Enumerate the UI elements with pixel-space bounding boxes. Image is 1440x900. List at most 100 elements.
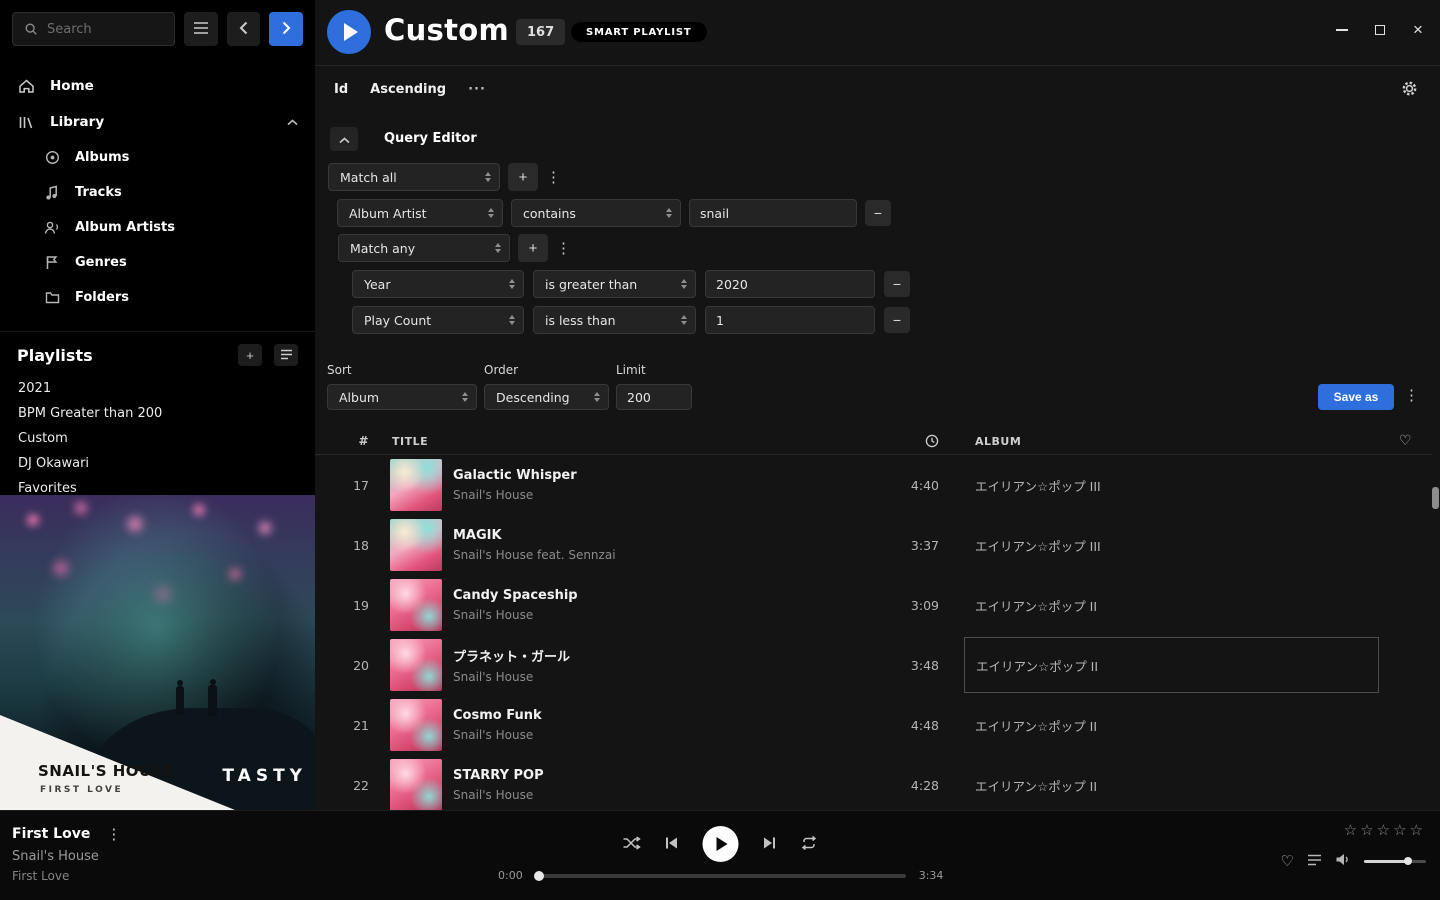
playlist-item[interactable]: Custom — [0, 426, 315, 451]
chevron-up-icon[interactable] — [287, 119, 298, 126]
track-title[interactable]: Cosmo Funk — [453, 708, 898, 723]
star-icon[interactable]: ☆ — [1344, 821, 1360, 839]
favorite-column-heart-icon[interactable]: ♡ — [1395, 433, 1412, 449]
duration-column-clock-icon[interactable] — [925, 434, 943, 448]
column-header-index[interactable]: # — [315, 434, 375, 448]
track-artist[interactable]: Snail's House — [453, 608, 898, 622]
volume-handle[interactable] — [1404, 857, 1412, 865]
sidebar-item-home[interactable]: Home — [0, 68, 315, 104]
now-playing-title[interactable]: First Love — [12, 826, 90, 842]
group-options-button[interactable]: ⋮ — [546, 170, 561, 185]
search-input[interactable] — [47, 22, 159, 37]
track-album[interactable]: エイリアン☆ポップ II — [975, 695, 1395, 755]
album-art-thumbnail[interactable] — [390, 579, 442, 631]
album-art-thumbnail[interactable] — [390, 519, 442, 571]
seek-handle[interactable] — [534, 871, 544, 881]
album-art-thumbnail[interactable] — [390, 699, 442, 751]
add-rule-button[interactable]: + — [508, 163, 538, 191]
track-artist[interactable]: Snail's House — [453, 728, 898, 742]
table-row[interactable]: 18 MAGIK Snail's House feat. Sennzai 3:3… — [315, 515, 1432, 575]
column-header-album[interactable]: ALBUM — [975, 435, 1395, 448]
playlist-play-button[interactable] — [327, 10, 371, 54]
match-any-select[interactable]: Match any — [338, 234, 510, 262]
rule-operator-select[interactable]: is less than — [533, 306, 696, 334]
track-title[interactable]: Candy Spaceship — [453, 588, 898, 603]
track-title[interactable]: MAGIK — [453, 528, 898, 543]
table-row[interactable]: 21 Cosmo Funk Snail's House 4:48 エイリアン☆ポ… — [315, 695, 1432, 755]
column-header-title[interactable]: TITLE — [375, 435, 898, 448]
sidebar-item-library[interactable]: Library — [0, 104, 315, 140]
volume-button[interactable] — [1335, 853, 1351, 869]
previous-button[interactable] — [665, 836, 679, 853]
track-album[interactable]: エイリアン☆ポップ III — [975, 455, 1395, 515]
track-album[interactable]: エイリアン☆ポップ II — [975, 755, 1395, 810]
track-artist[interactable]: Snail's House feat. Sennzai — [453, 548, 898, 562]
queue-button[interactable] — [1307, 854, 1322, 869]
playlist-list-button[interactable] — [274, 344, 298, 366]
remove-rule-button[interactable]: − — [884, 307, 910, 333]
star-icon[interactable]: ☆ — [1393, 821, 1409, 839]
rule-value-input[interactable] — [705, 270, 875, 298]
sidebar-item-albums[interactable]: Albums — [0, 140, 315, 175]
remove-rule-button[interactable]: − — [865, 200, 891, 226]
track-artist[interactable]: Snail's House — [453, 488, 898, 502]
sort-select[interactable]: Album — [327, 384, 477, 410]
query-editor-collapse-button[interactable] — [330, 127, 358, 151]
rule-operator-select[interactable]: is greater than — [533, 270, 696, 298]
maximize-button[interactable] — [1366, 16, 1394, 44]
repeat-button[interactable] — [801, 836, 818, 853]
seek-bar[interactable] — [536, 874, 906, 878]
more-options-button[interactable]: ··· — [468, 82, 486, 97]
star-icon[interactable]: ☆ — [1360, 821, 1376, 839]
track-title[interactable]: STARRY POP — [453, 768, 898, 783]
settings-button[interactable] — [1401, 80, 1418, 100]
minimize-button[interactable] — [1328, 16, 1356, 44]
track-album[interactable]: エイリアン☆ポップ II — [964, 637, 1379, 693]
rule-value-input[interactable] — [689, 199, 857, 227]
search-box[interactable] — [12, 12, 175, 46]
limit-input[interactable] — [616, 384, 692, 410]
track-title[interactable]: Galactic Whisper — [453, 468, 898, 483]
star-icon[interactable]: ☆ — [1377, 821, 1393, 839]
track-album[interactable]: エイリアン☆ポップ III — [975, 515, 1395, 575]
back-button[interactable] — [227, 12, 261, 46]
menu-button[interactable] — [184, 12, 218, 46]
match-all-select[interactable]: Match all — [328, 163, 500, 191]
add-playlist-button[interactable]: + — [238, 344, 262, 366]
album-art-thumbnail[interactable] — [390, 639, 442, 691]
track-album[interactable]: エイリアン☆ポップ II — [975, 575, 1395, 635]
playlist-item[interactable]: 2021 — [0, 376, 315, 401]
album-art-thumbnail[interactable] — [390, 759, 442, 810]
track-artist[interactable]: Snail's House — [453, 670, 898, 684]
table-row[interactable]: 22 STARRY POP Snail's House 4:28 エイリアン☆ポ… — [315, 755, 1432, 810]
rule-operator-select[interactable]: contains — [511, 199, 681, 227]
rule-field-select[interactable]: Year — [352, 270, 524, 298]
now-playing-artwork[interactable]: SNAIL'S HOUSE FIRST LOVE TASTY — [0, 495, 315, 810]
favorite-button[interactable]: ♡ — [1281, 854, 1294, 869]
close-button[interactable]: × — [1404, 16, 1432, 44]
rule-field-select[interactable]: Album Artist — [337, 199, 503, 227]
rule-value-input[interactable] — [705, 306, 875, 334]
track-artist[interactable]: Snail's House — [453, 788, 898, 802]
next-button[interactable] — [763, 836, 777, 853]
sidebar-item-tracks[interactable]: Tracks — [0, 175, 315, 210]
star-icon[interactable]: ☆ — [1410, 821, 1426, 839]
table-row[interactable]: 20 プラネット・ガール Snail's House 3:48 エイリアン☆ポッ… — [315, 635, 1432, 695]
table-row[interactable]: 17 Galactic Whisper Snail's House 4:40 エ… — [315, 455, 1432, 515]
volume-slider[interactable] — [1364, 860, 1426, 863]
playlist-item[interactable]: DJ Okawari — [0, 451, 315, 476]
remove-rule-button[interactable]: − — [884, 271, 910, 297]
save-as-button[interactable]: Save as — [1318, 384, 1394, 410]
now-playing-artist[interactable]: Snail's House — [12, 849, 121, 864]
now-playing-album[interactable]: First Love — [12, 869, 121, 883]
playlist-item[interactable]: BPM Greater than 200 — [0, 401, 315, 426]
forward-button[interactable] — [269, 12, 303, 46]
shuffle-button[interactable] — [623, 836, 641, 853]
sort-field-control[interactable]: Id — [334, 82, 348, 97]
sidebar-item-album-artists[interactable]: Album Artists — [0, 210, 315, 245]
sidebar-item-folders[interactable]: Folders — [0, 280, 315, 315]
scrollbar-thumb[interactable] — [1432, 487, 1439, 509]
group-options-button[interactable]: ⋮ — [556, 241, 571, 256]
query-options-button[interactable]: ⋮ — [1404, 388, 1419, 403]
table-row[interactable]: 19 Candy Spaceship Snail's House 3:09 エイ… — [315, 575, 1432, 635]
